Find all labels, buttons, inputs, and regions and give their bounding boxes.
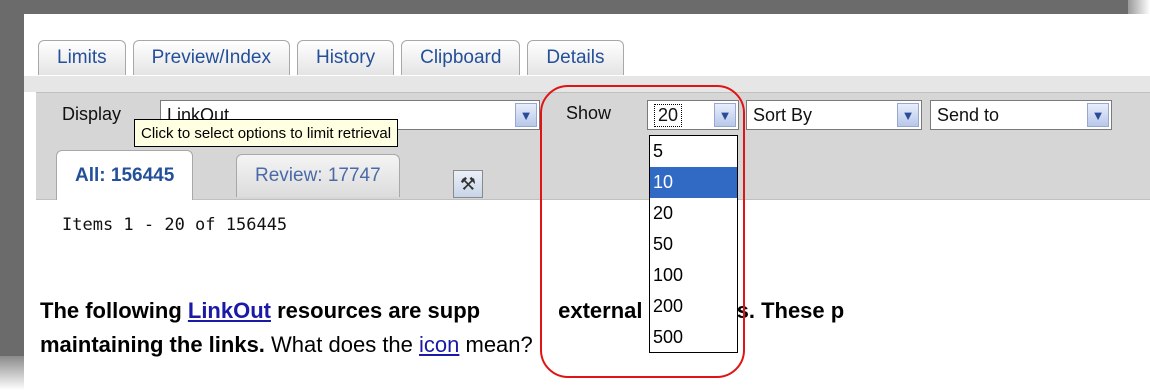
highlight-circle xyxy=(540,85,745,378)
send-to-value: Send to xyxy=(937,104,1000,125)
text-segment: The following xyxy=(40,298,188,323)
display-label: Display xyxy=(62,104,122,124)
text-segment: What does the xyxy=(264,332,420,357)
linkout-link[interactable]: LinkOut xyxy=(188,298,271,323)
linkout-description-line2: maintaining the links. What does the ico… xyxy=(40,332,533,358)
text-segment: maintaining the links. xyxy=(40,332,265,357)
sort-by-select[interactable]: Sort By ▼ xyxy=(746,100,922,130)
main-tabs: Limits Preview/Index History Clipboard D… xyxy=(38,40,624,76)
tools-icon[interactable]: ⚒ xyxy=(453,170,483,198)
tab-review-results[interactable]: Review: 17747 xyxy=(236,154,400,197)
tooltip: Click to select options to limit retriev… xyxy=(134,119,399,147)
text-segment: mean? xyxy=(459,332,533,357)
chevron-down-icon[interactable]: ▼ xyxy=(1087,103,1109,127)
items-count: Items 1 - 20 of 156445 xyxy=(62,215,288,235)
send-to-select[interactable]: Send to ▼ xyxy=(930,100,1112,130)
tab-limits[interactable]: Limits xyxy=(38,40,126,75)
text-segment: resources are supp xyxy=(270,298,481,323)
icon-help-link[interactable]: icon xyxy=(419,332,459,357)
window-frame-left xyxy=(0,0,24,362)
sort-by-value: Sort By xyxy=(753,104,813,125)
tab-history[interactable]: History xyxy=(296,40,395,75)
chevron-down-icon[interactable]: ▼ xyxy=(897,103,919,127)
tab-preview-index[interactable]: Preview/Index xyxy=(132,40,290,75)
tab-all-results[interactable]: All: 156445 xyxy=(56,150,194,200)
tab-clipboard[interactable]: Clipboard xyxy=(401,40,521,75)
window-frame-bottom-fade xyxy=(0,356,24,390)
chevron-down-icon[interactable]: ▼ xyxy=(515,103,537,127)
tab-details[interactable]: Details xyxy=(527,40,624,75)
